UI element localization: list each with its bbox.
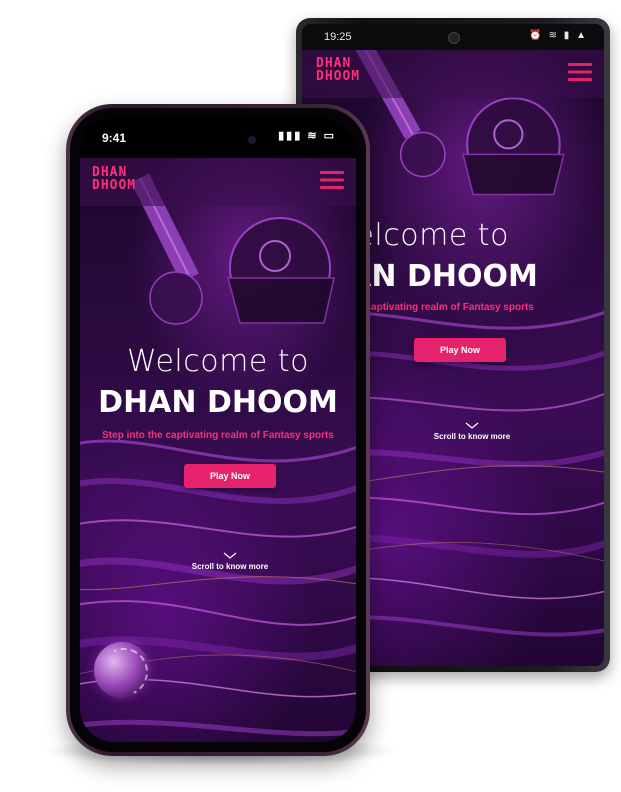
iphone-screen: 9:41 ▮▮▮ ≋ ▭ DHAN DHOOM Welcome to DHAN …	[80, 118, 356, 742]
scroll-hint-label: Scroll to know more	[433, 432, 511, 441]
logo-line-2: DHOOM	[92, 178, 137, 193]
front-camera-icon	[248, 136, 256, 144]
scroll-hint[interactable]: Scroll to know more	[402, 422, 542, 441]
play-now-wrapper: Play Now	[414, 338, 506, 362]
chevron-down-icon	[465, 422, 479, 429]
play-now-button[interactable]: Play Now	[414, 338, 506, 362]
scroll-hint-label: Scroll to know more	[191, 562, 269, 571]
cricket-ball-icon	[93, 641, 155, 703]
status-icons: ▮▮▮ ≋ ▭	[278, 130, 336, 142]
status-bar: 19:25 ⏰ ≋ ▮ ▲	[302, 24, 604, 50]
front-camera-icon	[448, 32, 460, 44]
hero-tagline: Step into the captivating realm of Fanta…	[102, 430, 334, 441]
brand-logo[interactable]: DHAN DHOOM	[316, 57, 360, 83]
hero-title: DHAN DHOOM	[98, 385, 338, 420]
iphone: 9:41 ▮▮▮ ≋ ▭ DHAN DHOOM Welcome to DHAN …	[66, 104, 370, 756]
chevron-down-icon	[223, 552, 237, 559]
logo-line-2: DHOOM	[316, 69, 361, 84]
status-icons: ⏰ ≋ ▮ ▲	[529, 30, 588, 41]
dynamic-island	[188, 128, 268, 152]
hero-section: Welcome to DHAN DHOOM Step into the capt…	[80, 344, 356, 441]
hamburger-icon[interactable]	[568, 62, 592, 82]
top-navbar: DHAN DHOOM	[80, 158, 356, 206]
status-time: 9:41	[102, 131, 127, 145]
play-now-button[interactable]: Play Now	[184, 464, 276, 488]
brand-logo[interactable]: DHAN DHOOM	[92, 166, 136, 192]
scroll-hint[interactable]: Scroll to know more	[150, 552, 310, 571]
status-time: 19:25	[324, 31, 352, 43]
hero-welcome: Welcome to	[127, 344, 309, 379]
top-navbar: DHAN DHOOM	[302, 50, 604, 98]
hamburger-icon[interactable]	[320, 170, 344, 190]
play-now-wrapper: Play Now	[184, 464, 276, 488]
